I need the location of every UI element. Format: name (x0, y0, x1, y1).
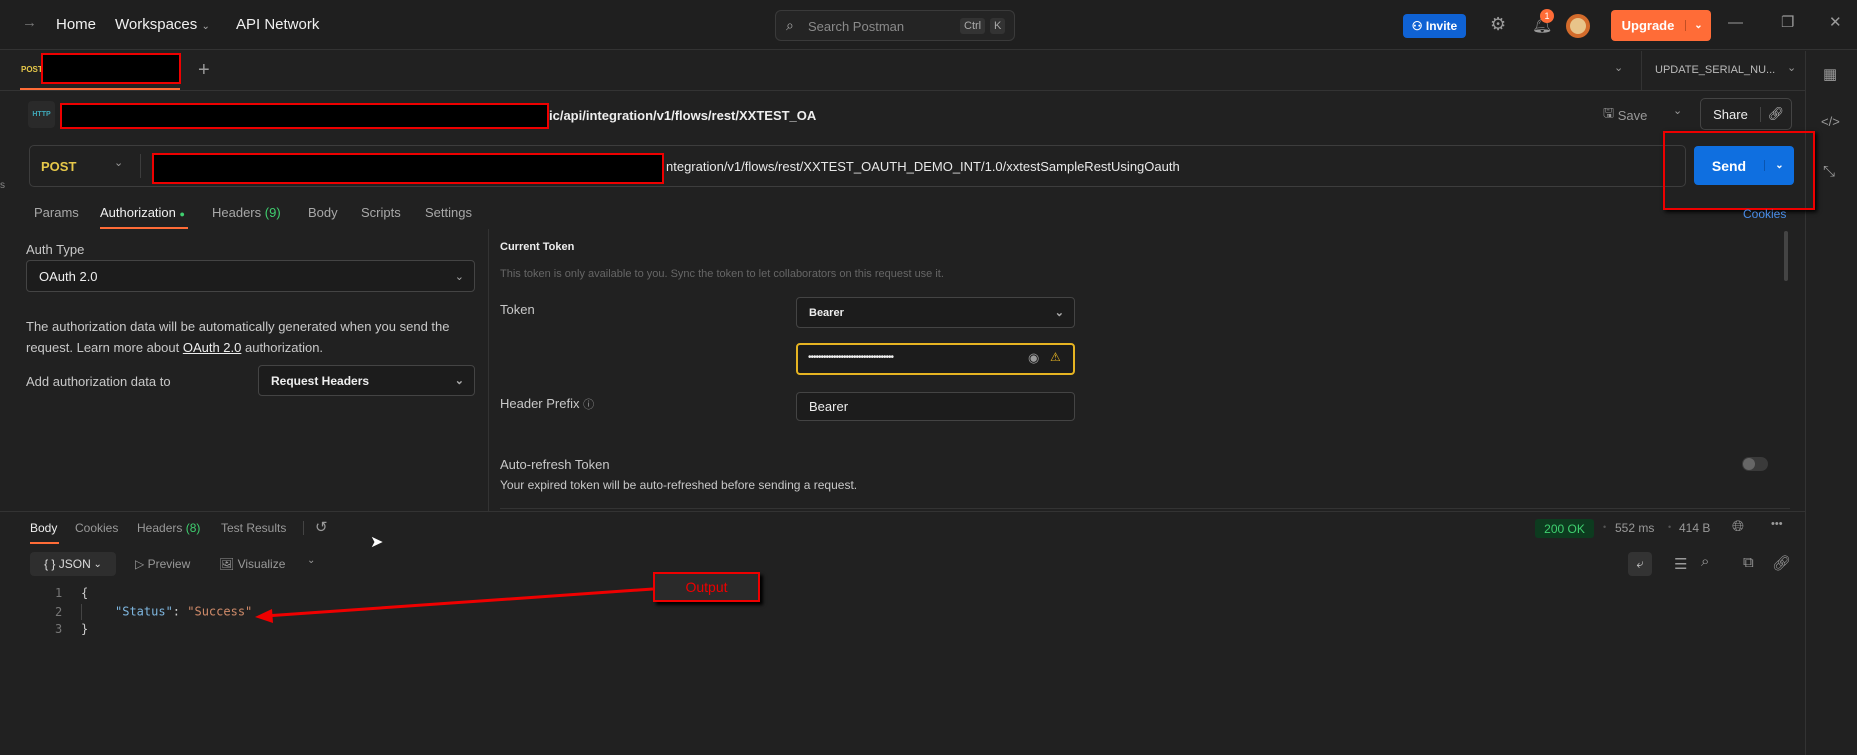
output-annotation-label: Output (653, 572, 760, 602)
output-arrow-annotation (255, 587, 654, 623)
